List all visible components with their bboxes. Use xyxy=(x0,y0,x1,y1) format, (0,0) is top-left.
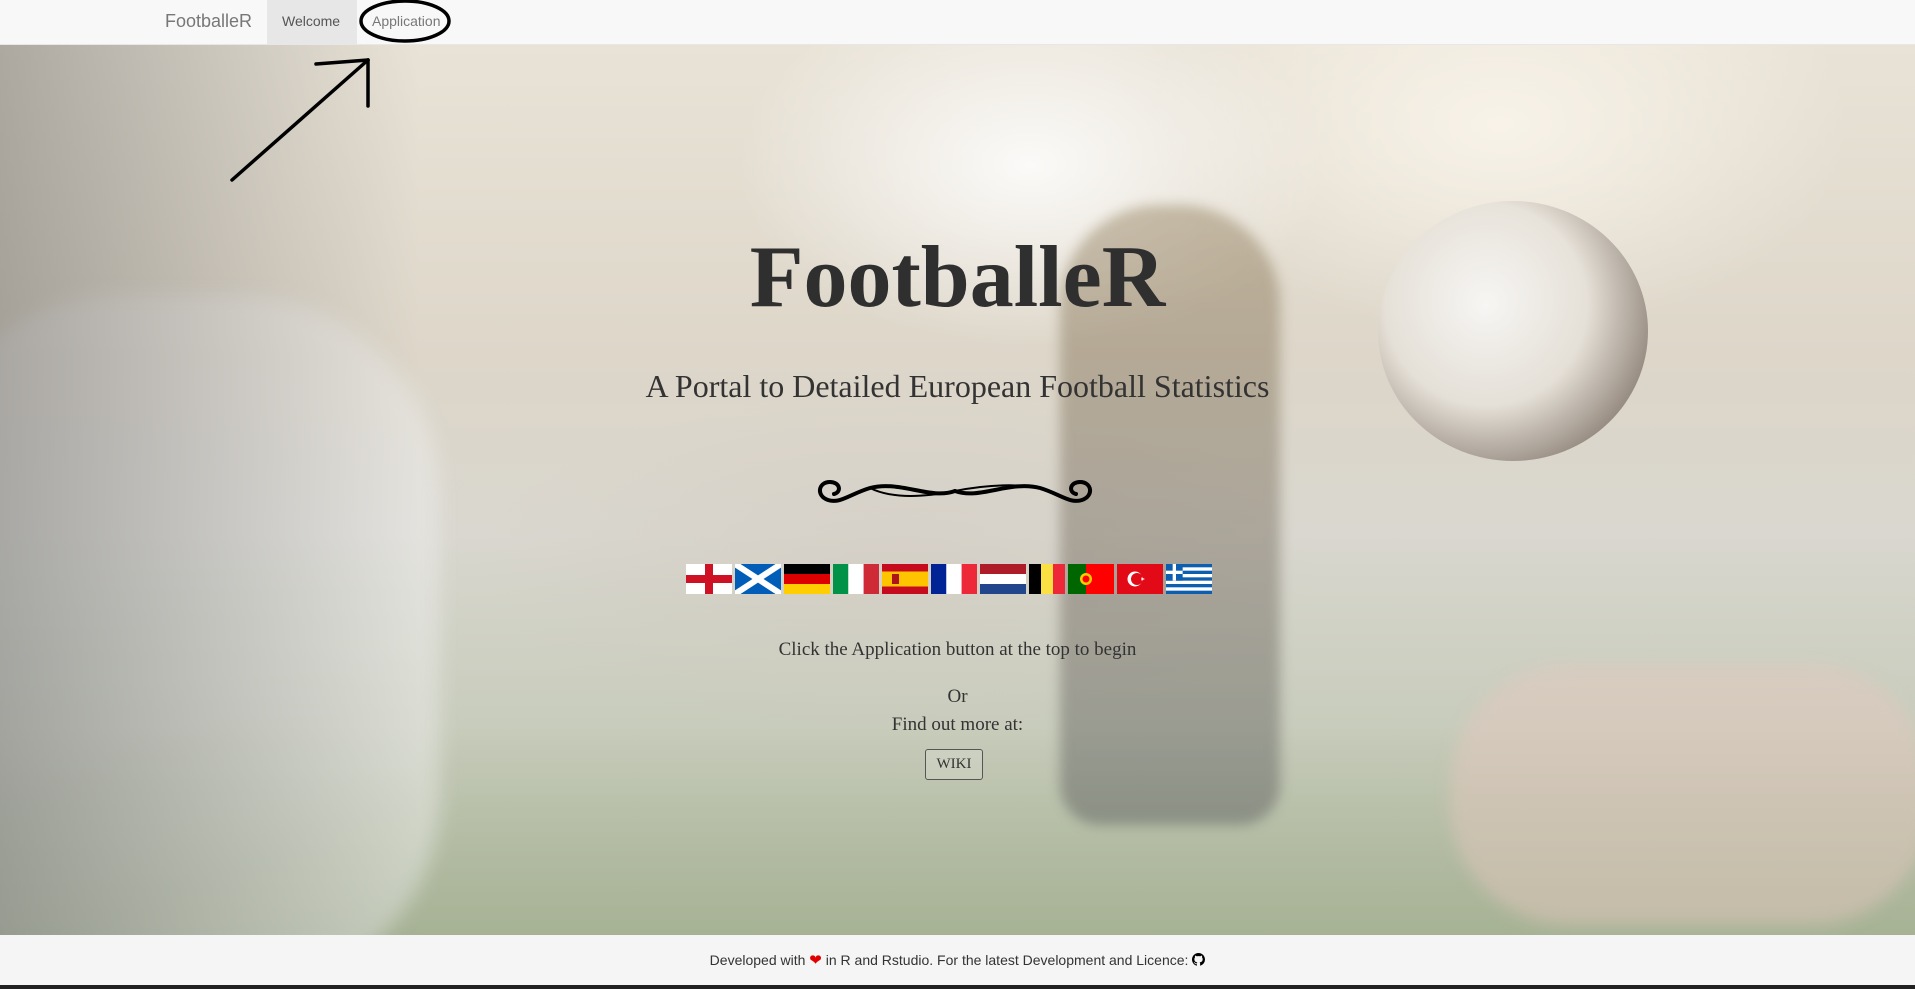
country-flags xyxy=(686,564,1226,594)
wiki-button[interactable]: WIKI xyxy=(925,749,983,780)
tab-application[interactable]: Application xyxy=(357,0,452,45)
germany-flag xyxy=(784,564,830,594)
page-footer: Developed with ❤ in R and Rstudio. For t… xyxy=(0,935,1915,985)
tab-welcome[interactable]: Welcome xyxy=(267,0,357,45)
top-navbar: FootballeR Welcome Application xyxy=(0,0,1915,45)
start-instruction: Click the Application button at the top … xyxy=(778,639,1137,660)
spain-flag xyxy=(882,564,928,594)
bottom-edge-bar xyxy=(0,985,1915,989)
heart-icon: ❤ xyxy=(809,952,822,969)
page-subtitle: A Portal to Detailed European Football S… xyxy=(645,368,1270,404)
turkey-flag xyxy=(1117,564,1163,594)
greece-flag xyxy=(1166,564,1212,594)
navbar-brand[interactable]: FootballeR xyxy=(165,0,252,45)
netherlands-flag xyxy=(980,564,1026,594)
find-out-more-text: Find out more at: xyxy=(891,714,1024,735)
belgium-flag xyxy=(1029,564,1065,594)
left-shadow xyxy=(0,45,420,935)
or-text: Or xyxy=(947,686,968,707)
italy-flag xyxy=(833,564,879,594)
page-title: FootballeR xyxy=(749,229,1166,326)
page-root: FootballeR Welcome Application Footballe… xyxy=(0,0,1915,989)
england-flag xyxy=(686,564,732,594)
footer-text-after: in R and Rstudio. For the latest Develop… xyxy=(825,952,1189,968)
ornament-divider-icon xyxy=(818,479,1092,503)
france-flag xyxy=(931,564,977,594)
github-icon[interactable] xyxy=(1192,936,1206,986)
portugal-flag xyxy=(1068,564,1114,594)
scotland-flag xyxy=(735,564,781,594)
footer-text-before: Developed with xyxy=(709,952,806,968)
